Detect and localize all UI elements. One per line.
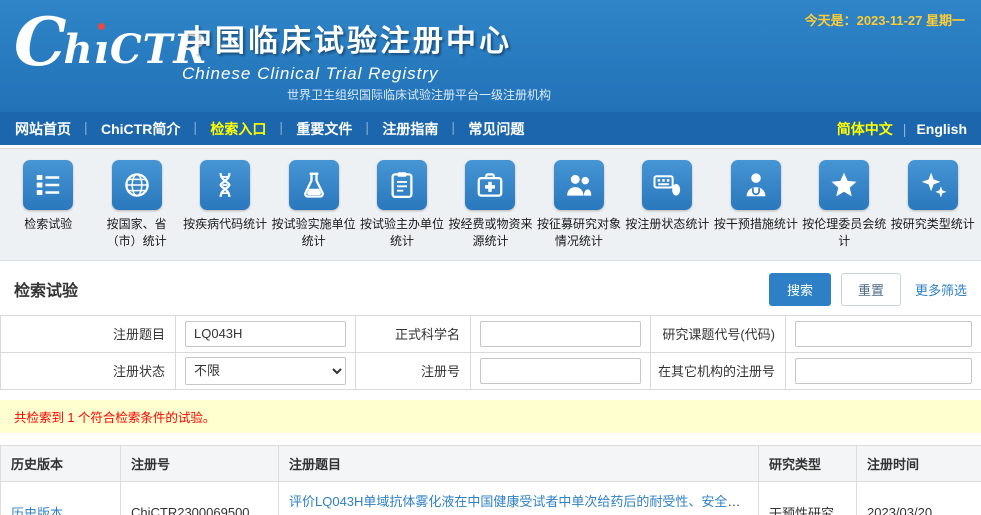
who-registry-line: 世界卫生组织国际临床试验注册平台一级注册机构 xyxy=(287,86,551,103)
trial-title-link[interactable]: 评价LQ043H单域抗体雾化液在中国健康受试者中单次给药后的耐受性、安全性、..… xyxy=(289,494,748,509)
logo-letter-c: C xyxy=(14,14,67,70)
search-form: 注册题目 正式科学名 研究课题代号(代码) 注册状态 不限 注册号 在其它机构的… xyxy=(0,315,981,390)
history-version-link[interactable]: 历史版本 xyxy=(11,506,63,515)
tile xyxy=(112,160,162,210)
table-row: 历史版本 ChiCTR2300069500 评价LQ043H单域抗体雾化液在中国… xyxy=(1,481,981,515)
toolbar-item-stats-by-recruitment[interactable]: 按征募研究对象情况统计 xyxy=(535,160,623,251)
registration-date-cell: 2023/03/20 xyxy=(857,481,981,515)
toolbar-item-label: 按研究类型统计 xyxy=(891,216,975,233)
tile xyxy=(289,160,339,210)
other-reg-number-label: 在其它机构的注册号 xyxy=(651,352,786,389)
result-count-message: 共检索到 1 个符合检索条件的试验。 xyxy=(0,400,981,433)
reset-button[interactable]: 重置 xyxy=(841,273,901,306)
toolbar-item-stats-by-ethics-committee[interactable]: 按伦理委员会统计 xyxy=(800,160,888,251)
toolbar-item-label: 按试验实施单位统计 xyxy=(272,216,356,251)
col-history-version: 历史版本 xyxy=(1,445,121,481)
clipboard-icon xyxy=(387,170,417,200)
tile xyxy=(554,160,604,210)
col-registration-title: 注册题目 xyxy=(279,445,759,481)
search-section-title: 检索试验 xyxy=(14,277,78,301)
toolbar-item-label: 按试验主办单位统计 xyxy=(360,216,444,251)
sparkles-icon xyxy=(918,170,948,200)
toolbar-item-label: 按注册状态统计 xyxy=(625,216,709,233)
language-switcher: 简体中文 | English xyxy=(837,119,981,139)
tile xyxy=(731,160,781,210)
other-reg-number-input[interactable] xyxy=(795,358,972,384)
registration-title-cell: 评价LQ043H单域抗体雾化液在中国健康受试者中单次给药后的耐受性、安全性、..… xyxy=(279,481,759,515)
study-type-cell: 干预性研究 xyxy=(759,481,857,515)
doctor-icon xyxy=(741,170,771,200)
dna-icon xyxy=(210,170,240,200)
results-table: 历史版本 注册号 注册题目 研究类型 注册时间 历史版本 ChiCTR23000… xyxy=(0,445,981,515)
tile xyxy=(23,160,73,210)
chictr-logo[interactable]: ChıCTR xyxy=(14,14,208,70)
col-registration-number: 注册号 xyxy=(121,445,279,481)
tile xyxy=(642,160,692,210)
people-icon xyxy=(564,170,594,200)
nav-item-faq[interactable]: 常见问题 xyxy=(453,119,539,139)
toolbar-item-stats-by-region[interactable]: 按国家、省（市）统计 xyxy=(92,160,180,251)
today-date: 今天是：2023-11-27 星期一 xyxy=(805,10,965,29)
nav-item-home[interactable]: 网站首页 xyxy=(0,119,86,139)
study-code-label: 研究课题代号(代码) xyxy=(651,315,786,352)
site-title-english: Chinese Clinical Trial Registry xyxy=(182,64,512,84)
toolbar-item-label: 检索试验 xyxy=(6,216,90,233)
scientific-name-input[interactable] xyxy=(480,321,641,347)
reg-status-label: 注册状态 xyxy=(1,352,176,389)
registration-number-cell: ChiCTR2300069500 xyxy=(121,481,279,515)
reg-title-label: 注册题目 xyxy=(1,315,176,352)
first-aid-kit-icon xyxy=(475,170,505,200)
toolbar-item-search-trials[interactable]: 检索试验 xyxy=(4,160,92,251)
world-map-icon xyxy=(122,170,152,200)
list-123-icon xyxy=(33,170,63,200)
tile xyxy=(200,160,250,210)
toolbar-item-label: 按伦理委员会统计 xyxy=(802,216,886,251)
toolbar-item-stats-by-registration-status[interactable]: 按注册状态统计 xyxy=(623,160,711,251)
nav-item-about[interactable]: ChiCTR简介 xyxy=(86,119,195,139)
reg-status-select[interactable]: 不限 xyxy=(185,357,346,385)
toolbar-item-label: 按疾病代码统计 xyxy=(183,216,267,233)
main-nav: 网站首页 ChiCTR简介 检索入口 重要文件 注册指南 常见问题 简体中文 |… xyxy=(0,112,981,145)
tile xyxy=(465,160,515,210)
search-actions: 搜索 重置 更多筛选 xyxy=(769,273,967,306)
tile xyxy=(377,160,427,210)
lang-simplified-chinese[interactable]: 简体中文 xyxy=(837,119,893,139)
search-section-header: 检索试验 搜索 重置 更多筛选 xyxy=(0,261,981,315)
toolbar-item-stats-by-implementing-unit[interactable]: 按试验实施单位统计 xyxy=(269,160,357,251)
reg-number-input[interactable] xyxy=(480,358,641,384)
tile xyxy=(819,160,869,210)
nav-item-search-entry[interactable]: 检索入口 xyxy=(195,119,281,139)
site-titles: 中国临床试验注册中心 Chinese Clinical Trial Regist… xyxy=(182,16,512,84)
toolbar-item-stats-by-study-type[interactable]: 按研究类型统计 xyxy=(889,160,977,251)
nav-item-registration-guide[interactable]: 注册指南 xyxy=(367,119,453,139)
toolbar-item-label: 按干预措施统计 xyxy=(714,216,798,233)
search-button[interactable]: 搜索 xyxy=(769,273,831,306)
star-icon xyxy=(829,170,859,200)
study-code-input[interactable] xyxy=(795,321,972,347)
scientific-name-label: 正式科学名 xyxy=(356,315,471,352)
col-registration-date: 注册时间 xyxy=(857,445,981,481)
tile xyxy=(908,160,958,210)
keyboard-mouse-icon xyxy=(652,170,682,200)
more-filters-link[interactable]: 更多筛选 xyxy=(915,280,967,299)
col-study-type: 研究类型 xyxy=(759,445,857,481)
reg-number-label: 注册号 xyxy=(356,352,471,389)
site-title-chinese: 中国临床试验注册中心 xyxy=(182,16,512,60)
toolbar-item-label: 按征募研究对象情况统计 xyxy=(537,216,621,251)
toolbar-item-stats-by-disease-code[interactable]: 按疾病代码统计 xyxy=(181,160,269,251)
nav-item-important-documents[interactable]: 重要文件 xyxy=(281,119,367,139)
site-header: ChıCTR 中国临床试验注册中心 Chinese Clinical Trial… xyxy=(0,0,981,112)
toolbar-item-label: 按国家、省（市）统计 xyxy=(95,216,179,251)
flask-icon xyxy=(299,170,329,200)
statistics-toolbar: 检索试验 按国家、省（市）统计 按疾病代码统计 xyxy=(0,148,981,261)
reg-title-input[interactable] xyxy=(185,321,346,347)
lang-english[interactable]: English xyxy=(916,121,967,137)
toolbar-item-stats-by-intervention[interactable]: 按干预措施统计 xyxy=(712,160,800,251)
toolbar-item-stats-by-sponsor-unit[interactable]: 按试验主办单位统计 xyxy=(358,160,446,251)
results-header-row: 历史版本 注册号 注册题目 研究类型 注册时间 xyxy=(1,445,981,481)
lang-separator: | xyxy=(903,121,907,137)
toolbar-item-label: 按经费或物资来源统计 xyxy=(448,216,532,251)
toolbar-item-stats-by-funding-source[interactable]: 按经费或物资来源统计 xyxy=(446,160,534,251)
